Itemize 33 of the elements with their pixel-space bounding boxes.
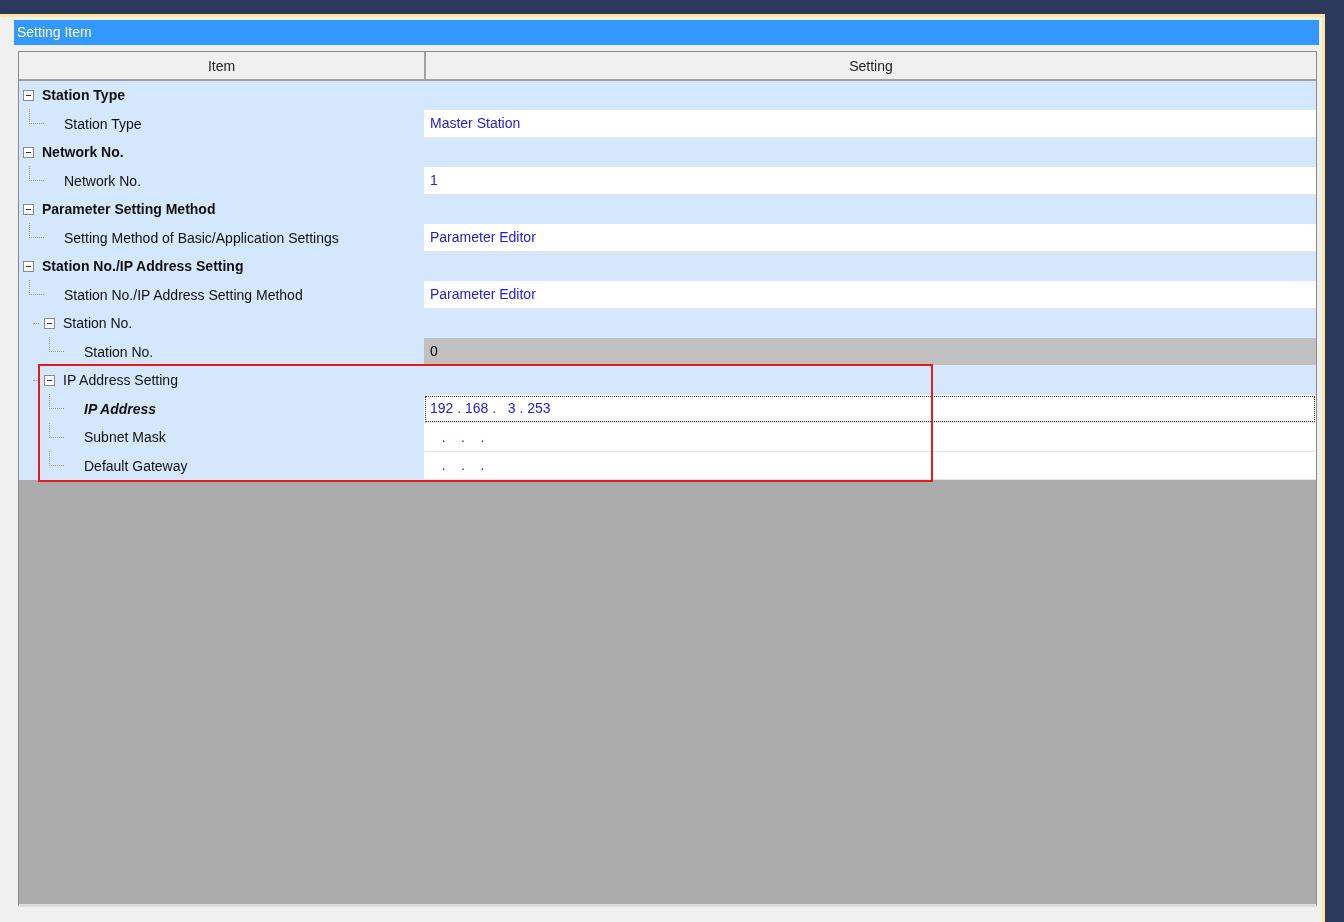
setting-label[interactable]: Default Gateway	[84, 457, 188, 474]
setting-label[interactable]: IP Address Setting	[63, 372, 178, 389]
panel-title: Setting Item	[14, 20, 1319, 45]
setting-label[interactable]: Network No.	[64, 172, 142, 189]
setting-value[interactable]: 192 . 168 . 3 . 253	[424, 394, 1316, 423]
collapse-icon[interactable]	[44, 374, 55, 386]
setting-value[interactable]: Master Station	[424, 109, 1316, 138]
setting-label[interactable]: Subnet Mask	[84, 429, 166, 446]
setting-value[interactable]: . . .	[424, 423, 1316, 452]
collapse-icon[interactable]	[23, 146, 34, 158]
category-label[interactable]: Station Type	[42, 87, 125, 104]
collapse-icon[interactable]	[23, 203, 34, 215]
setting-value[interactable]: Parameter Editor	[424, 223, 1316, 252]
tree-line	[49, 394, 64, 410]
collapse-icon[interactable]	[23, 260, 34, 272]
column-header[interactable]: Setting	[426, 52, 1316, 79]
setting-label[interactable]: IP Address	[84, 400, 157, 417]
column-header[interactable]: Item	[19, 52, 426, 79]
tree-line	[49, 422, 64, 438]
tree-line	[29, 280, 44, 296]
tree-line	[29, 166, 44, 182]
category-label[interactable]: Network No.	[42, 144, 124, 161]
collapse-icon[interactable]	[23, 89, 34, 101]
setting-value[interactable]: 1	[424, 166, 1316, 195]
setting-value[interactable]: Parameter Editor	[424, 280, 1316, 309]
tree-line	[49, 451, 64, 467]
setting-value[interactable]: . . .	[424, 451, 1316, 480]
tree-line	[29, 223, 44, 239]
tree-line	[49, 337, 64, 353]
collapse-icon[interactable]	[44, 317, 55, 329]
tree-line	[29, 109, 44, 125]
setting-label[interactable]: Station No.	[63, 315, 133, 332]
setting-label[interactable]: Station Type	[64, 115, 142, 132]
